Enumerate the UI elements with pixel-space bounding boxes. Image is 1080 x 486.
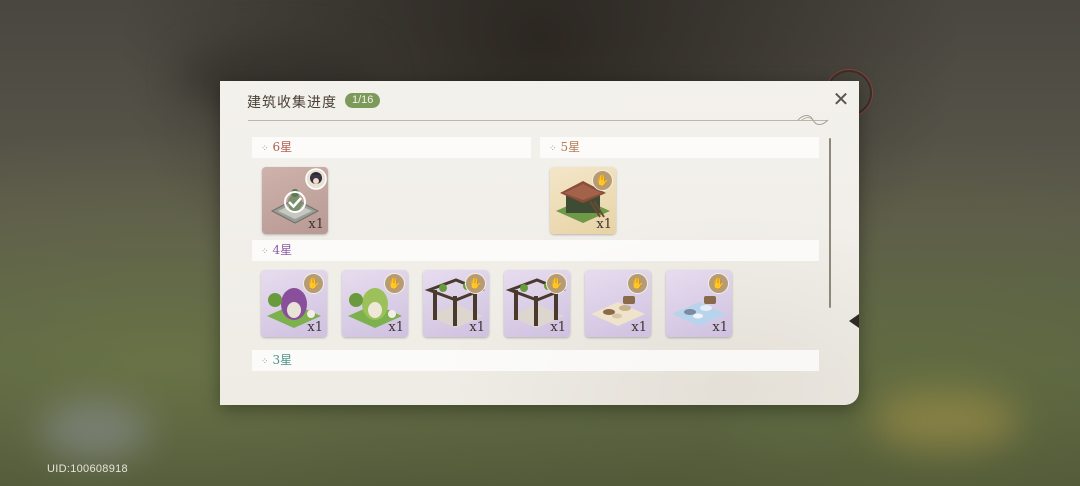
rarity-label: 3星 — [272, 353, 293, 367]
hand-touch-icon: ✋ — [384, 273, 405, 294]
diamond-bullet-icon: ⁘ — [261, 357, 269, 367]
building-item-card[interactable]: ✋ x1 — [261, 270, 327, 337]
item-quantity: x1 — [307, 320, 323, 335]
item-quantity: x1 — [308, 217, 324, 232]
building-item-card[interactable]: ✋ x1 — [423, 270, 489, 337]
hand-touch-icon: ✋ — [303, 273, 324, 294]
header-divider — [248, 120, 828, 121]
swirl-ornament-icon — [797, 115, 829, 125]
progress-badge: 1/16 — [345, 93, 381, 108]
hand-touch-icon: ✋ — [546, 273, 567, 294]
rarity-header-6-star: ⁘ 6星 — [252, 137, 531, 158]
building-item-card[interactable]: ✋ x1 — [342, 270, 408, 337]
building-item-card[interactable]: ✋ x1 — [666, 270, 732, 337]
hand-touch-icon: ✋ — [627, 273, 648, 294]
building-item-card[interactable]: ✋ x1 — [585, 270, 651, 337]
item-quantity: x1 — [388, 320, 404, 335]
close-button[interactable]: ✕ — [831, 89, 851, 109]
rarity-label: 4星 — [272, 243, 293, 257]
dialog-title: 建筑收集进度 — [247, 95, 337, 111]
rarity-header-5-star: ⁘ 5星 — [540, 137, 819, 158]
hand-touch-icon: ✋ — [592, 170, 613, 191]
item-quantity: x1 — [712, 320, 728, 335]
background-blur — [40, 400, 150, 460]
hand-touch-icon: ✋ — [465, 273, 486, 294]
checkmark-icon — [284, 191, 306, 213]
rarity-label: 5星 — [560, 140, 581, 154]
diamond-bullet-icon: ⁘ — [261, 247, 269, 257]
building-collection-dialog: 建筑收集进度 1/16 ✕ ⁘ 6星 x1 ⁘ 5星 ✋ x1 ⁘ 4星 ✋ x… — [220, 81, 859, 405]
diamond-bullet-icon: ⁘ — [549, 144, 557, 154]
diamond-bullet-icon: ⁘ — [261, 144, 269, 154]
background-blur — [870, 390, 1020, 450]
scrollbar[interactable] — [829, 138, 831, 308]
rarity-label: 6星 — [272, 140, 293, 154]
item-quantity: x1 — [550, 320, 566, 335]
building-item-card[interactable]: x1 — [262, 167, 328, 234]
side-arrow-icon — [849, 314, 859, 328]
item-quantity: x1 — [631, 320, 647, 335]
rarity-header-4-star: ⁘ 4星 — [252, 240, 819, 261]
collection-list[interactable]: ⁘ 6星 x1 ⁘ 5星 ✋ x1 ⁘ 4星 ✋ x1 ✋ x1 ✋ x1 ✋ … — [252, 137, 822, 405]
item-quantity: x1 — [596, 217, 612, 232]
building-item-card[interactable]: ✋ x1 — [504, 270, 570, 337]
hand-touch-icon: ✋ — [708, 273, 729, 294]
rarity-header-3-star: ⁘ 3星 — [252, 350, 819, 371]
item-quantity: x1 — [469, 320, 485, 335]
uid-label: UID:100608918 — [47, 463, 128, 475]
building-item-card[interactable]: ✋ x1 — [550, 167, 616, 234]
dialog-header: 建筑收集进度 1/16 ✕ — [220, 81, 859, 125]
